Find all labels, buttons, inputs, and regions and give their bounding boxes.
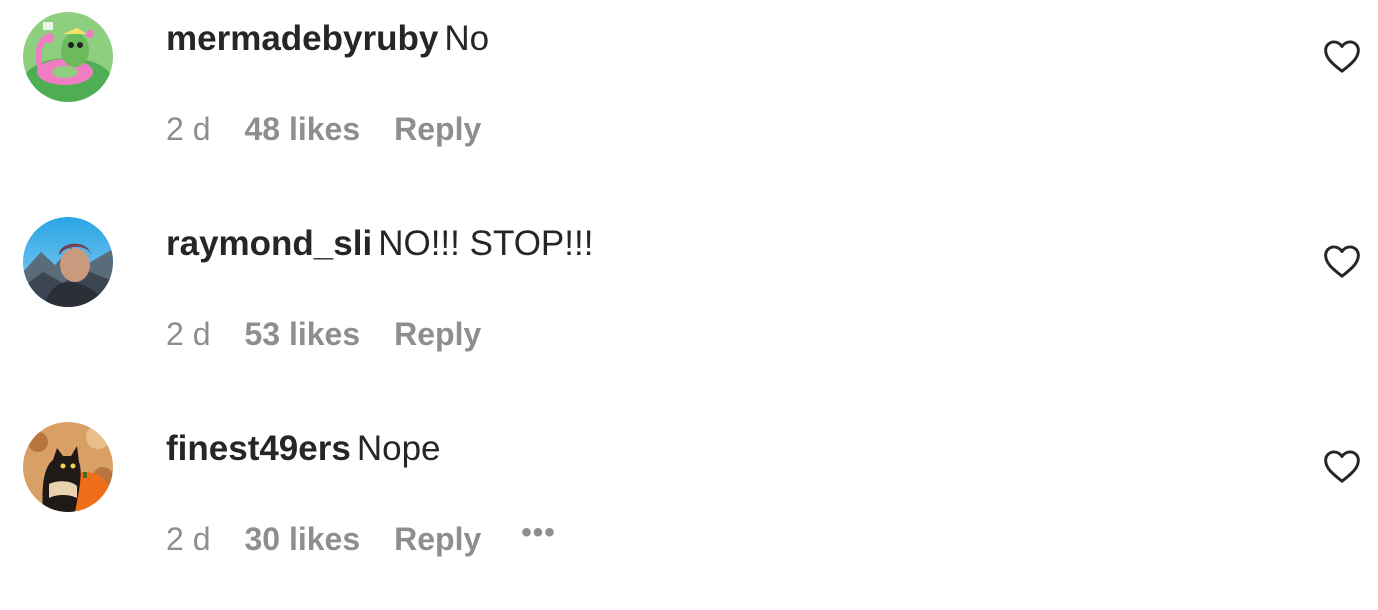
cat-pumpkin-avatar-icon [23,422,113,512]
heart-outline-icon [1324,245,1360,278]
likes-count[interactable]: 53 likes [244,314,360,354]
comment-line: raymond_sli NO!!! STOP!!! [166,223,593,265]
mountain-selfie-avatar-icon [23,217,113,307]
reply-button[interactable]: Reply [394,314,481,354]
comment-timestamp[interactable]: 2 d [166,109,210,149]
heart-outline-icon [1324,450,1360,483]
comment-text: NO!!! STOP!!! [378,224,594,263]
comment-meta: 2 d 48 likes Reply [166,106,481,149]
comment-line: mermadebyruby No [166,18,489,60]
comment-item: finest49ers Nope 2 d 30 likes Reply ••• [0,410,1378,610]
likes-count[interactable]: 30 likes [244,519,360,559]
username-link[interactable]: finest49ers [166,429,351,468]
username-link[interactable]: raymond_sli [166,224,372,263]
like-button[interactable] [1322,448,1362,484]
reply-button[interactable]: Reply [394,109,481,149]
flamingo-float-avatar-icon [23,12,113,102]
comment-item: mermadebyruby No 2 d 48 likes Reply [0,0,1378,200]
avatar[interactable] [23,422,113,512]
heart-outline-icon [1324,40,1360,73]
comment-line: finest49ers Nope [166,428,441,470]
more-options-icon[interactable]: ••• [521,513,556,553]
avatar[interactable] [23,12,113,102]
like-button[interactable] [1322,243,1362,279]
comment-meta: 2 d 53 likes Reply [166,311,481,354]
likes-count[interactable]: 48 likes [244,109,360,149]
comment-timestamp[interactable]: 2 d [166,519,210,559]
username-link[interactable]: mermadebyruby [166,19,438,58]
like-button[interactable] [1322,38,1362,74]
comment-item: raymond_sli NO!!! STOP!!! 2 d 53 likes Repl… [0,205,1378,405]
comment-text: Nope [356,429,441,468]
reply-button[interactable]: Reply [394,519,481,559]
comment-text: No [444,19,490,58]
avatar[interactable] [23,217,113,307]
comment-timestamp[interactable]: 2 d [166,314,210,354]
comment-meta: 2 d 30 likes Reply ••• [166,516,556,559]
